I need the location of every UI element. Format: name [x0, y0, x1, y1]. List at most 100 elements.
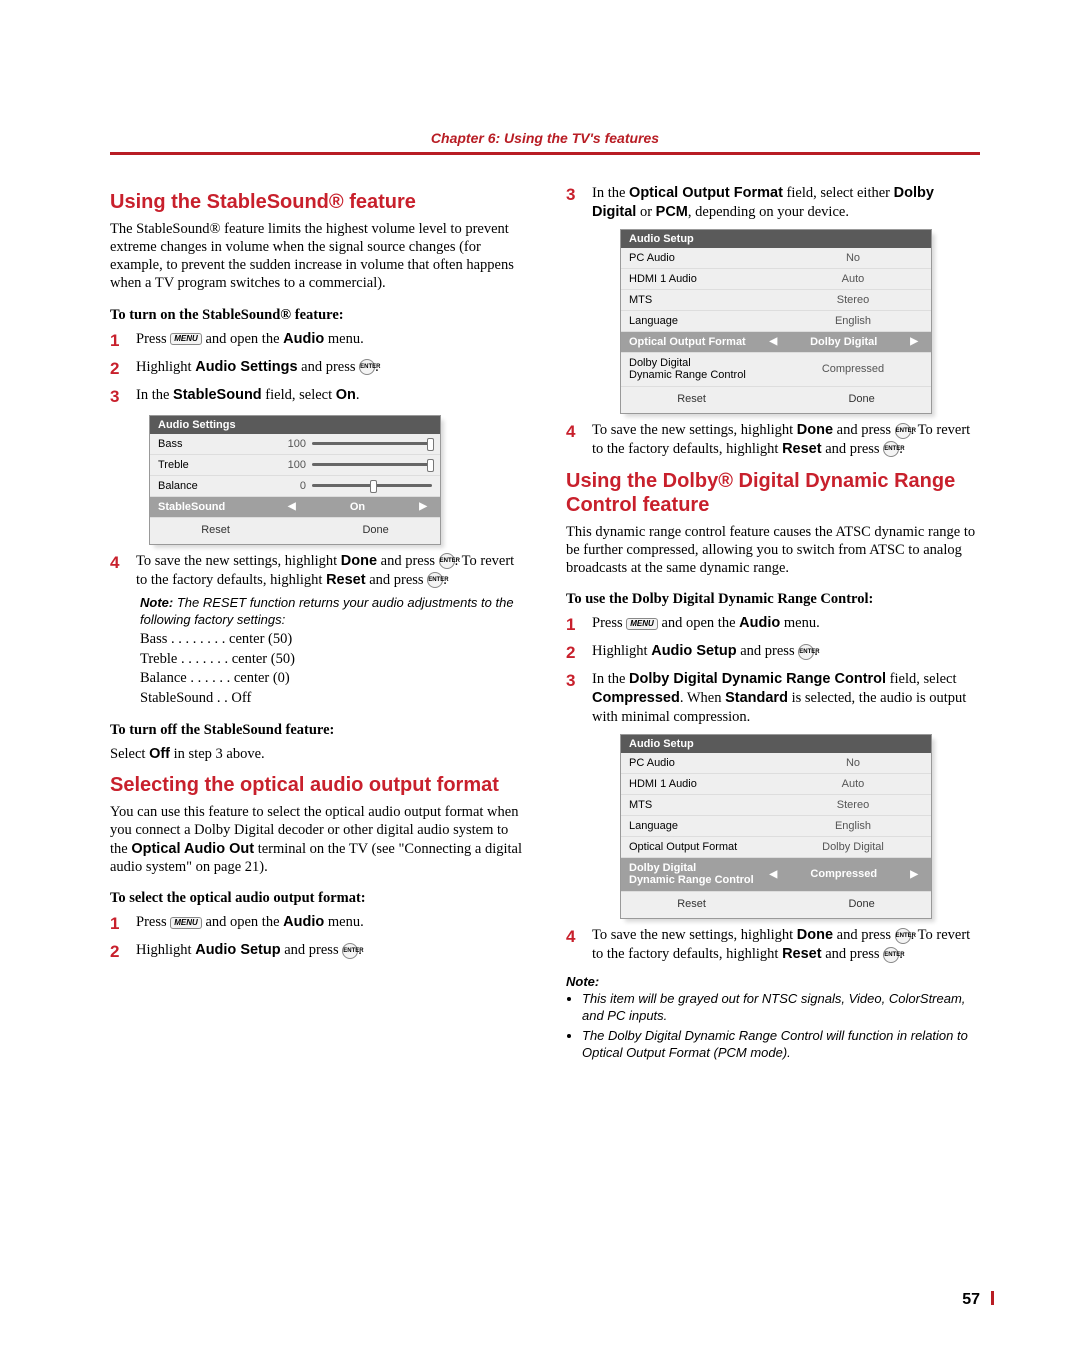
enter-button-icon: ENTER — [359, 359, 375, 375]
v: Dolby Digital — [782, 336, 905, 348]
osd-audio-settings: Audio Settings Bass 100 Treble 100 Balan… — [150, 416, 440, 544]
t: and press — [822, 441, 884, 457]
step-number: 3 — [566, 184, 582, 206]
k: Treble — [158, 459, 288, 471]
step-text: Highlight Audio Setup and press ENTER. — [136, 941, 362, 960]
standard-label: Standard — [725, 690, 788, 706]
t: and press — [822, 946, 884, 962]
right-arrow-icon: ▶ — [905, 336, 923, 347]
step-number: 2 — [110, 941, 126, 963]
step-text: Press MENU and open the Audio menu. — [592, 614, 820, 633]
steps-save-r: 4 To save the new settings, highlight Do… — [566, 421, 980, 459]
note-reset: Note: The RESET function returns your au… — [140, 595, 524, 628]
left-column: Using the StableSound® feature The Stabl… — [110, 180, 524, 1066]
osd-row-treble: Treble 100 — [150, 455, 440, 476]
factory-defaults: Bass . . . . . . . . center (50) Treble … — [140, 630, 524, 708]
step-number: 1 — [110, 330, 126, 352]
k: PC Audio — [629, 757, 783, 769]
step-text: Highlight Audio Setup and press ENTER. — [592, 642, 818, 661]
t: To save the new settings, highlight — [136, 553, 341, 569]
osd-row: LanguageEnglish — [621, 311, 931, 332]
k: Dolby Digital Dynamic Range Control — [629, 862, 764, 887]
t: field, select — [262, 387, 336, 403]
step-4-dolby: 4 To save the new settings, highlight Do… — [566, 926, 980, 964]
step-1: 1 Press MENU and open the Audio menu. — [110, 330, 524, 352]
t: Press — [592, 615, 626, 631]
osd-row: Optical Output FormatDolby Digital — [621, 837, 931, 858]
t: In the — [136, 387, 173, 403]
osd-title: Audio Setup — [621, 230, 931, 248]
enter-button-icon: ENTER — [427, 572, 443, 588]
k: HDMI 1 Audio — [629, 778, 783, 790]
enter-button-icon: ENTER — [342, 943, 358, 959]
t: Select — [110, 746, 149, 762]
right-column: 3 In the Optical Output Format field, se… — [566, 180, 980, 1066]
page: Chapter 6: Using the TV's features Using… — [0, 0, 1080, 1349]
audio-setup-label: Audio Setup — [651, 643, 736, 659]
k: MTS — [629, 799, 783, 811]
t: Highlight — [592, 643, 651, 659]
v: Auto — [783, 273, 923, 285]
v: Compressed — [783, 363, 923, 375]
audio-label: Audio — [283, 914, 324, 930]
v: Dolby Digital — [783, 841, 923, 853]
t: To save the new settings, highlight — [592, 927, 797, 943]
osd-actions: Reset Done — [621, 387, 931, 413]
off-label: Off — [149, 746, 170, 762]
subhead-dolby: To use the Dolby Digital Dynamic Range C… — [566, 591, 980, 608]
chapter-bar: Chapter 6: Using the TV's features — [110, 128, 980, 155]
steps-optical: 1 Press MENU and open the Audio menu. 2 … — [110, 913, 524, 963]
pcm-label: PCM — [656, 204, 688, 220]
note-label: Note: — [140, 595, 173, 610]
step-number: 2 — [566, 642, 582, 664]
subhead-turn-off: To turn off the StableSound feature: — [110, 722, 524, 739]
balance-slider — [312, 484, 432, 487]
enter-button-icon: ENTER — [883, 947, 899, 963]
t: Press — [136, 914, 170, 930]
compressed-label: Compressed — [592, 690, 680, 706]
t: and press — [377, 553, 439, 569]
left-arrow-icon: ◀ — [764, 336, 782, 347]
steps-save: 4 To save the new settings, highlight Do… — [110, 552, 524, 590]
osd-title: Audio Setup — [621, 735, 931, 753]
osd-actions: Reset Done — [621, 892, 931, 918]
step-2: 2 Highlight Audio Settings and press ENT… — [110, 358, 524, 380]
note-item: This item will be grayed out for NTSC si… — [582, 991, 980, 1025]
step-3-optical: 3 In the Optical Output Format field, se… — [566, 184, 980, 222]
menu-button-icon: MENU — [626, 618, 658, 630]
t: and open the — [202, 331, 283, 347]
steps-turn-on: 1 Press MENU and open the Audio menu. 2 … — [110, 330, 524, 408]
osd-done: Done — [848, 898, 874, 910]
v: 100 — [288, 459, 306, 471]
stablesound-intro: The StableSound® feature limits the high… — [110, 220, 524, 293]
k: HDMI 1 Audio — [629, 273, 783, 285]
k: Bass — [158, 438, 288, 450]
enter-button-icon: ENTER — [883, 441, 899, 457]
step-4-optical: 4 To save the new settings, highlight Do… — [566, 421, 980, 459]
steps-save-dolby: 4 To save the new settings, highlight Do… — [566, 926, 980, 964]
steps-dolby: 1 Press MENU and open the Audio menu. 2 … — [566, 614, 980, 727]
osd-actions: Reset Done — [150, 518, 440, 544]
step-text: In the StableSound field, select On. — [136, 386, 360, 405]
fd-bass: Bass . . . . . . . . center (50) — [140, 630, 524, 650]
t: , depending on your device. — [688, 204, 849, 220]
step-2-optical: 2 Highlight Audio Setup and press ENTER. — [110, 941, 524, 963]
osd-row-balance: Balance 0 — [150, 476, 440, 497]
subhead-turn-on: To turn on the StableSound® feature: — [110, 307, 524, 324]
osd-reset: Reset — [677, 393, 706, 405]
note-block: Note: This item will be grayed out for N… — [566, 974, 980, 1062]
step-1-optical: 1 Press MENU and open the Audio menu. — [110, 913, 524, 935]
osd-row: MTSStereo — [621, 290, 931, 311]
t: menu. — [324, 914, 363, 930]
t: and press — [281, 942, 343, 958]
step-text: To save the new settings, highlight Done… — [592, 926, 980, 964]
steps-optical-cont: 3 In the Optical Output Format field, se… — [566, 184, 980, 222]
osd-done: Done — [848, 393, 874, 405]
enter-button-icon: ENTER — [895, 928, 911, 944]
t: . — [814, 643, 818, 659]
t: Highlight — [136, 942, 195, 958]
t: . — [356, 387, 360, 403]
t: Press — [136, 331, 170, 347]
optical-out-label: Optical Audio Out — [131, 841, 254, 857]
right-arrow-icon: ▶ — [905, 869, 923, 880]
